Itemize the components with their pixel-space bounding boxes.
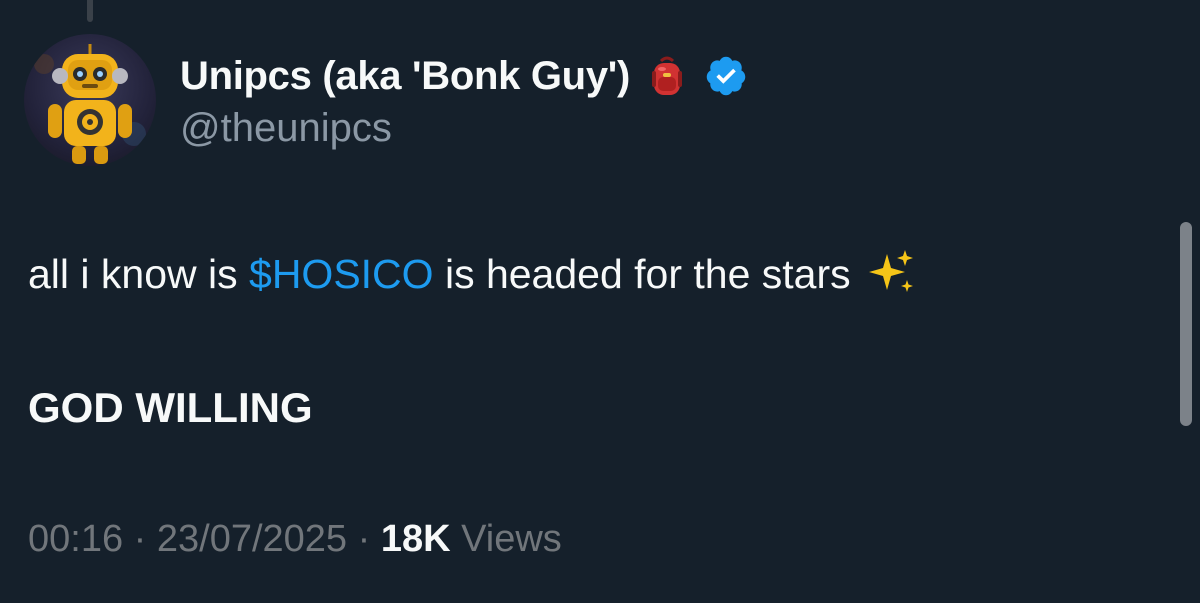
sparkles-emoji-icon — [868, 250, 913, 292]
tweet-time[interactable]: 00:16 — [28, 518, 123, 560]
author-display-name[interactable]: Unipcs (aka 'Bonk Guy') — [180, 54, 630, 99]
tweet-text-prefix: all i know is — [28, 250, 250, 297]
backpack-emoji-icon — [652, 56, 682, 95]
tweet-card: Unipcs (aka 'Bonk Guy') @theunipcs all i… — [0, 0, 1200, 603]
thread-connector — [87, 0, 93, 22]
author-name-row: Unipcs (aka 'Bonk Guy') — [180, 48, 748, 104]
views-count[interactable]: 18K — [381, 518, 451, 560]
meta-separator: · — [347, 518, 381, 560]
views-label: Views — [450, 518, 562, 560]
tweet-text-suffix: is headed for the stars — [433, 250, 851, 297]
author-handle[interactable]: @theunipcs — [180, 106, 392, 151]
cashtag-link[interactable]: $HOSICO — [249, 251, 434, 298]
avatar[interactable] — [24, 34, 156, 166]
tweet-meta: 00:16 · 23/07/2025 · 18K Views — [28, 518, 562, 561]
robot-avatar-icon — [34, 44, 146, 164]
scrollbar[interactable] — [1180, 222, 1192, 426]
tweet-text-line-2: GOD WILLING — [28, 384, 313, 431]
tweet-text-line: all i know is $HOSICO is headed for the … — [28, 246, 919, 302]
meta-separator: · — [123, 518, 157, 560]
tweet-date[interactable]: 23/07/2025 — [157, 518, 347, 560]
verified-badge-icon[interactable] — [704, 54, 748, 98]
